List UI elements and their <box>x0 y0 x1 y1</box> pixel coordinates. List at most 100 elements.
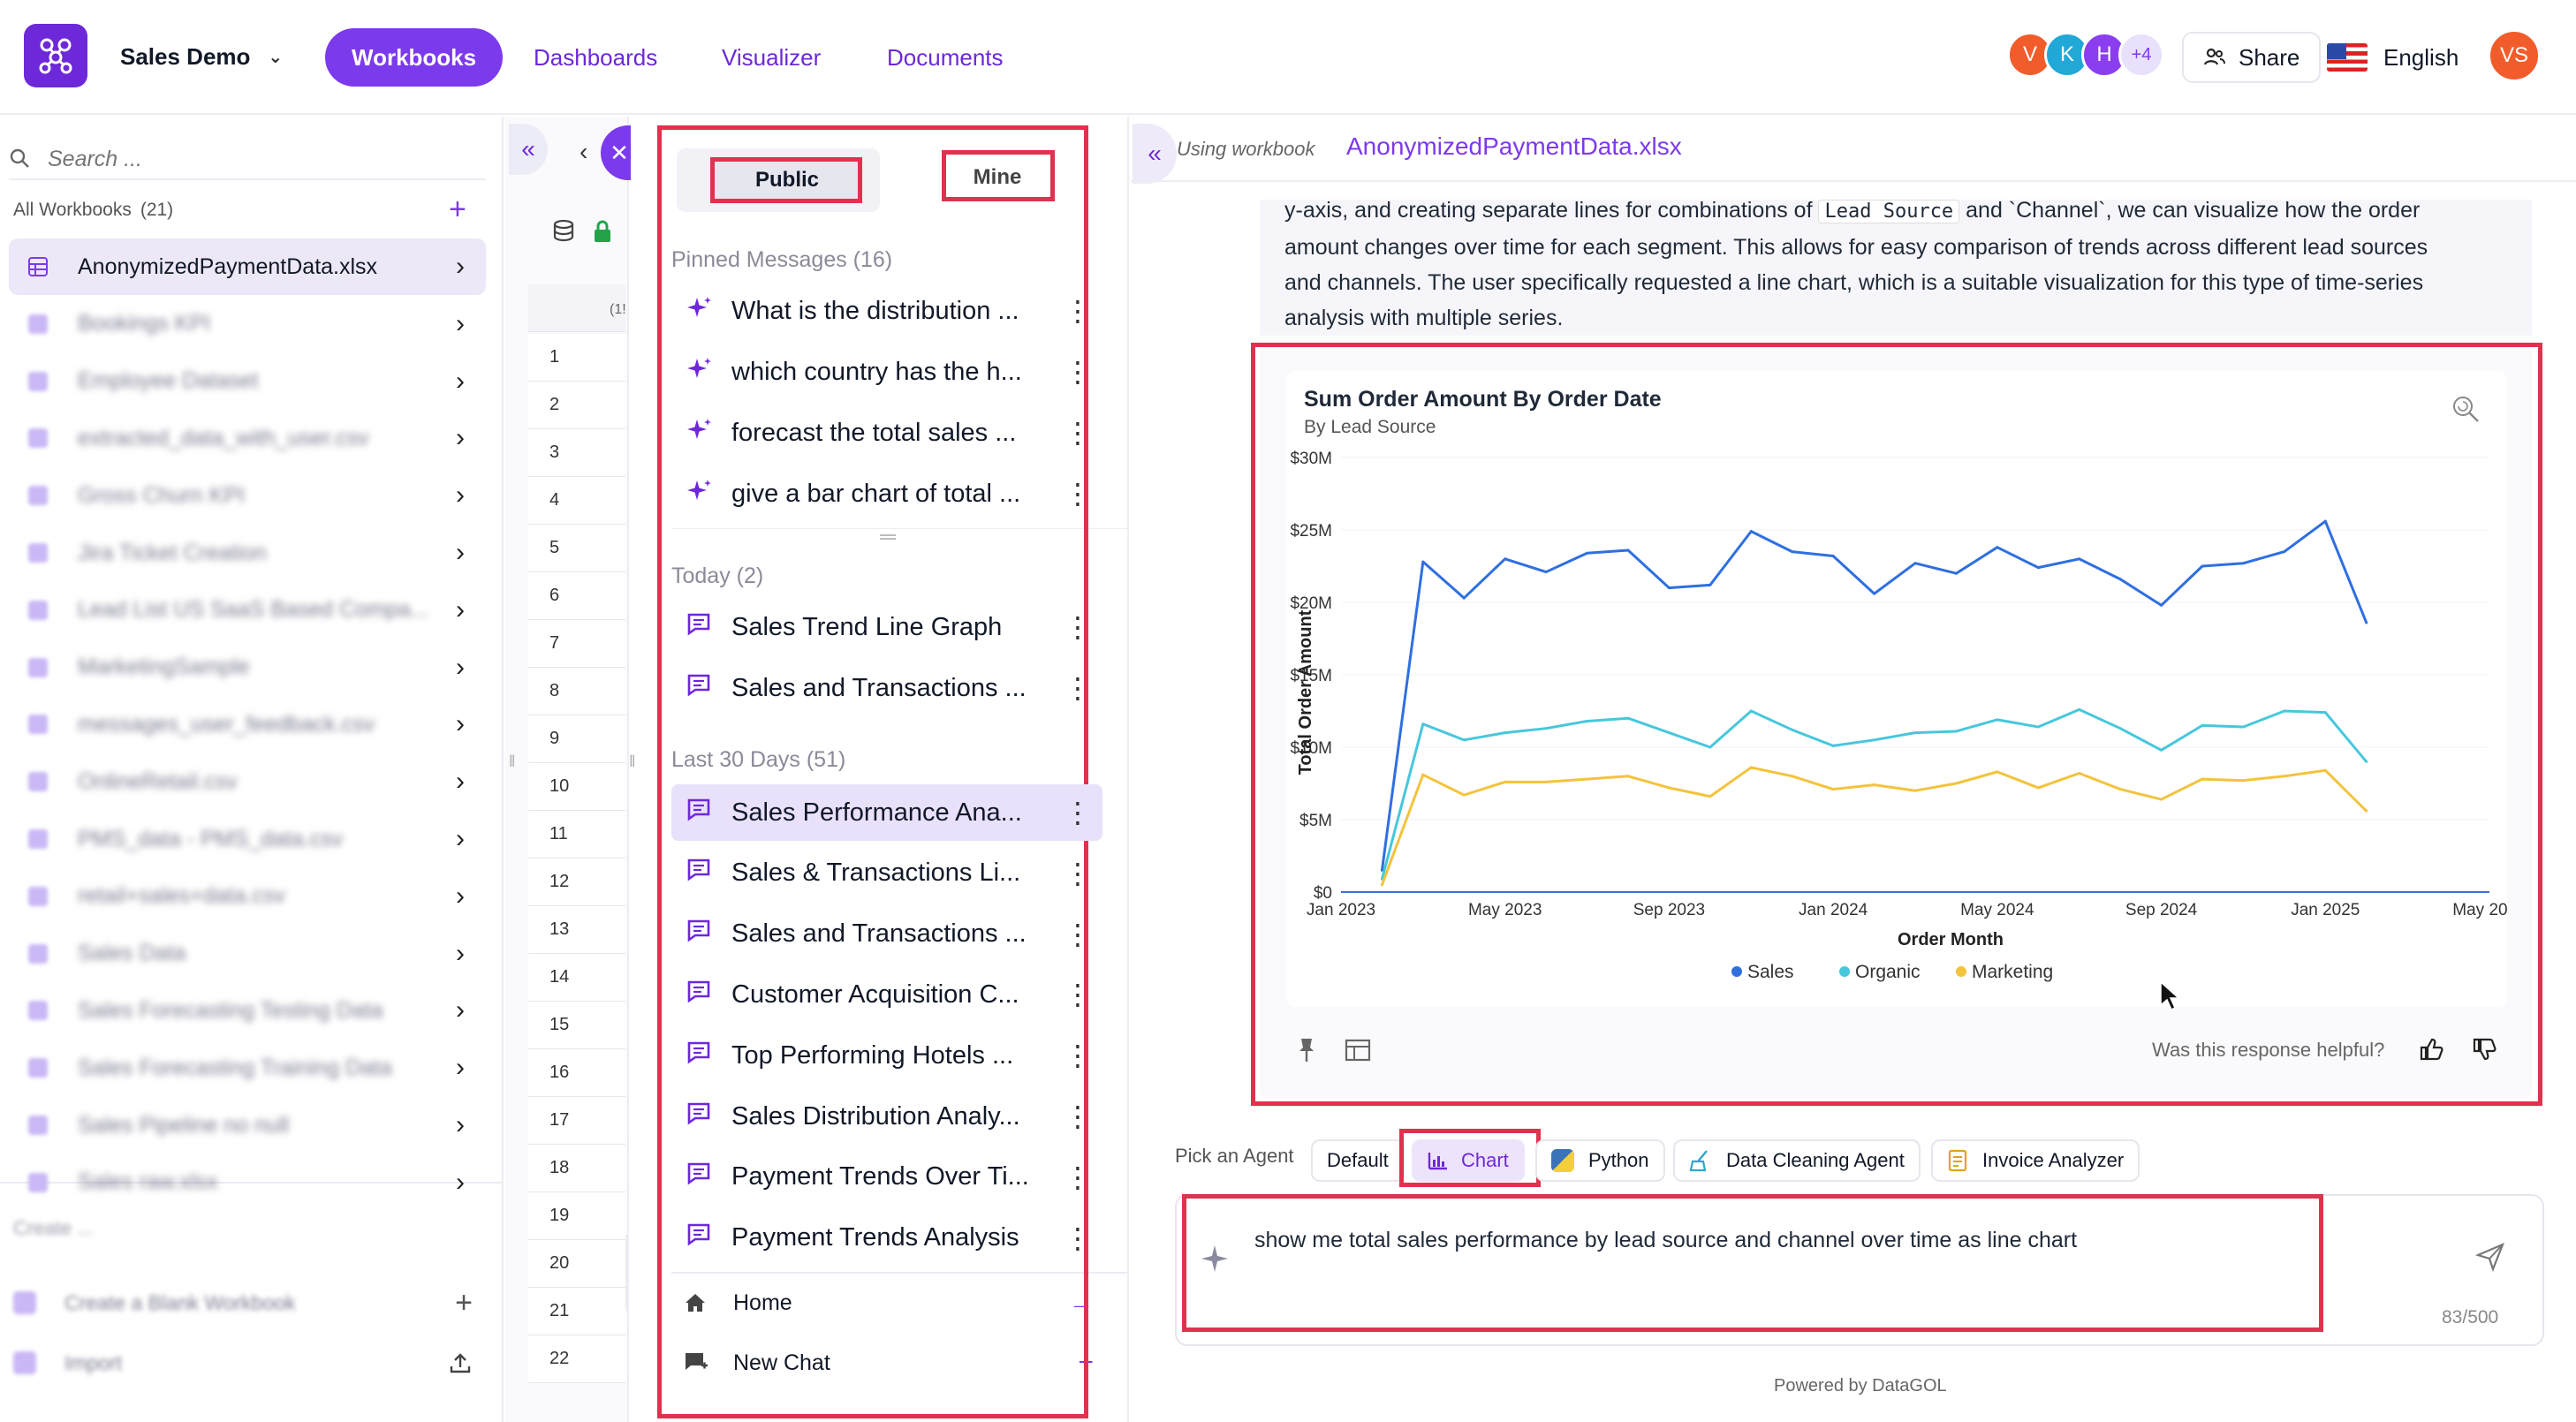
grid-row-number[interactable]: 19 <box>528 1192 625 1240</box>
chevron-right-icon[interactable]: › <box>456 824 465 854</box>
grid-row-number[interactable]: 2 <box>528 382 625 429</box>
chevron-right-icon[interactable]: › <box>456 1168 465 1198</box>
chevron-right-icon[interactable]: › <box>456 367 465 397</box>
more-options-icon[interactable]: ⋮ <box>1064 1222 1092 1255</box>
chevron-right-icon[interactable]: › <box>456 767 465 797</box>
chat-item[interactable]: Payment Trends Analysis ⋮ <box>671 1210 1102 1267</box>
chat-item[interactable]: which country has the h... ⋮ <box>671 344 1102 400</box>
chat-item[interactable]: Top Performing Hotels ... ⋮ <box>671 1027 1102 1084</box>
resize-handle[interactable]: ‖ <box>509 753 515 771</box>
chevron-right-icon[interactable]: › <box>456 252 465 282</box>
chevron-right-icon[interactable]: › <box>456 423 465 453</box>
more-options-icon[interactable]: ⋮ <box>1064 294 1092 328</box>
pin-icon[interactable] <box>1297 1037 1316 1063</box>
grid-row-number[interactable]: 7 <box>528 620 625 668</box>
chat-item[interactable]: Sales Distribution Analy... ⋮ <box>671 1088 1102 1145</box>
chevron-right-icon[interactable]: › <box>456 709 465 739</box>
workspace-selector[interactable]: Sales Demo ⌄ <box>120 39 283 74</box>
more-options-icon[interactable]: ⋮ <box>1064 796 1092 829</box>
workbook-item[interactable]: messages_user_feedback.csv › <box>9 696 486 753</box>
chevron-right-icon[interactable]: › <box>456 653 465 683</box>
workbook-item[interactable]: MarketingSample › <box>9 639 486 696</box>
more-options-icon[interactable]: ⋮ <box>1064 416 1092 450</box>
chevron-left-icon[interactable]: ‹ <box>580 138 587 166</box>
collaborator-avatars[interactable]: V K H +4 <box>2007 32 2164 78</box>
more-options-icon[interactable]: ⋮ <box>1064 1100 1092 1133</box>
more-options-icon[interactable]: ⋮ <box>1064 978 1092 1011</box>
grid-row-number[interactable]: 11 <box>528 811 625 858</box>
grid-row-number[interactable]: 3 <box>528 429 625 477</box>
grid-row-number[interactable]: 8 <box>528 668 625 715</box>
agent-data-cleaning[interactable]: Data Cleaning Agent <box>1673 1139 1921 1182</box>
workbook-item[interactable]: PMS_data - PMS_data.csv › <box>9 811 486 867</box>
grid-row-number[interactable]: 6 <box>528 572 625 620</box>
app-logo-icon[interactable] <box>24 24 87 87</box>
chat-item[interactable]: forecast the total sales ... ⋮ <box>671 405 1102 461</box>
more-options-icon[interactable]: ⋮ <box>1064 671 1092 705</box>
nav-dashboards[interactable]: Dashboards <box>507 28 684 87</box>
zoom-reset-icon[interactable] <box>2451 394 2481 424</box>
more-options-icon[interactable]: ⋮ <box>1064 477 1092 511</box>
tab-public[interactable]: Public <box>712 159 862 201</box>
thumbs-up-icon[interactable] <box>2419 1037 2443 1062</box>
resize-handle[interactable] <box>880 534 896 540</box>
chat-item[interactable]: Sales & Transactions Li... ⋮ <box>671 845 1102 902</box>
chevron-right-icon[interactable]: › <box>456 995 465 1025</box>
agent-python[interactable]: Python <box>1535 1139 1665 1182</box>
add-workbook-icon[interactable]: + <box>449 193 466 227</box>
grid-row-number[interactable]: 17 <box>528 1097 625 1145</box>
more-options-icon[interactable]: ⋮ <box>1064 1039 1092 1072</box>
chat-item[interactable]: give a bar chart of total ... ⋮ <box>671 465 1102 522</box>
chevron-right-icon[interactable]: › <box>456 881 465 911</box>
grid-row-number[interactable]: 4 <box>528 477 625 525</box>
agent-chart[interactable]: Chart <box>1412 1139 1525 1182</box>
send-icon[interactable] <box>2475 1242 2505 1272</box>
workbook-item[interactable]: Sales Data › <box>9 926 486 982</box>
more-options-icon[interactable]: ⋮ <box>1064 918 1092 951</box>
chat-item[interactable]: Sales Performance Ana... ⋮ <box>671 784 1102 841</box>
chevron-right-icon[interactable]: › <box>456 595 465 625</box>
chat-item[interactable]: Customer Acquisition C... ⋮ <box>671 966 1102 1023</box>
more-options-icon[interactable]: ⋮ <box>1064 857 1092 890</box>
lock-icon[interactable] <box>592 219 613 244</box>
grid-row-number[interactable]: 9 <box>528 715 625 763</box>
workbook-item-active[interactable]: AnonymizedPaymentData.xlsx › <box>9 238 486 295</box>
grid-row-number[interactable]: 12 <box>528 858 625 906</box>
grid-row-number[interactable]: 10 <box>528 763 625 811</box>
nav-visualizer[interactable]: Visualizer <box>695 28 847 87</box>
grid-row-number[interactable]: 1 <box>528 334 625 382</box>
grid-row-number[interactable]: 20 <box>528 1240 625 1288</box>
database-icon[interactable] <box>551 219 576 244</box>
chat-item[interactable]: Sales and Transactions ... ⋮ <box>671 660 1102 716</box>
share-button[interactable]: Share <box>2182 32 2322 83</box>
workbook-name-link[interactable]: AnonymizedPaymentData.xlsx <box>1346 132 1682 161</box>
chevron-right-icon[interactable]: › <box>456 939 465 969</box>
thumbs-down-icon[interactable] <box>2472 1037 2496 1062</box>
import-button[interactable]: Import <box>13 1343 473 1383</box>
more-options-icon[interactable]: ⋮ <box>1064 1161 1092 1194</box>
chevron-right-icon[interactable]: › <box>456 538 465 568</box>
new-chat-button[interactable]: New Chat + <box>684 1341 1094 1385</box>
agent-default[interactable]: Default <box>1311 1139 1405 1182</box>
chat-item[interactable]: Sales Trend Line Graph ⋮ <box>671 599 1102 655</box>
workbook-item[interactable]: Sales Forecasting Training Data › <box>9 1040 486 1096</box>
search-input[interactable] <box>48 146 454 172</box>
more-options-icon[interactable]: ⋮ <box>1064 610 1092 644</box>
workbook-item[interactable]: Jira Ticket Creation › <box>9 525 486 581</box>
chat-item[interactable]: Payment Trends Over Ti... ⋮ <box>671 1149 1102 1206</box>
user-avatar[interactable]: VS <box>2488 29 2541 82</box>
line-chart[interactable]: $0$5M$10M$15M$20M$25M$30MJan 2023 May 202… <box>1286 442 2507 1007</box>
workbook-item[interactable]: Sales Forecasting Testing Data › <box>9 982 486 1039</box>
workbook-item[interactable]: Sales Pipeline no null › <box>9 1097 486 1153</box>
grid-row-number[interactable]: 13 <box>528 906 625 954</box>
search-box[interactable] <box>9 140 486 180</box>
create-blank-workbook[interactable]: Create a Blank Workbook + <box>13 1282 473 1323</box>
nav-workbooks[interactable]: Workbooks <box>325 28 504 87</box>
language-selector[interactable]: English <box>2327 37 2459 78</box>
agent-invoice-analyzer[interactable]: Invoice Analyzer <box>1931 1139 2140 1182</box>
workbook-item[interactable]: Bookings KPI › <box>9 296 486 352</box>
chevron-right-icon[interactable]: › <box>456 1110 465 1140</box>
chat-item[interactable]: What is the distribution ... ⋮ <box>671 283 1102 339</box>
more-options-icon[interactable]: ⋮ <box>1064 355 1092 389</box>
column-header[interactable]: (1! <box>528 284 625 332</box>
